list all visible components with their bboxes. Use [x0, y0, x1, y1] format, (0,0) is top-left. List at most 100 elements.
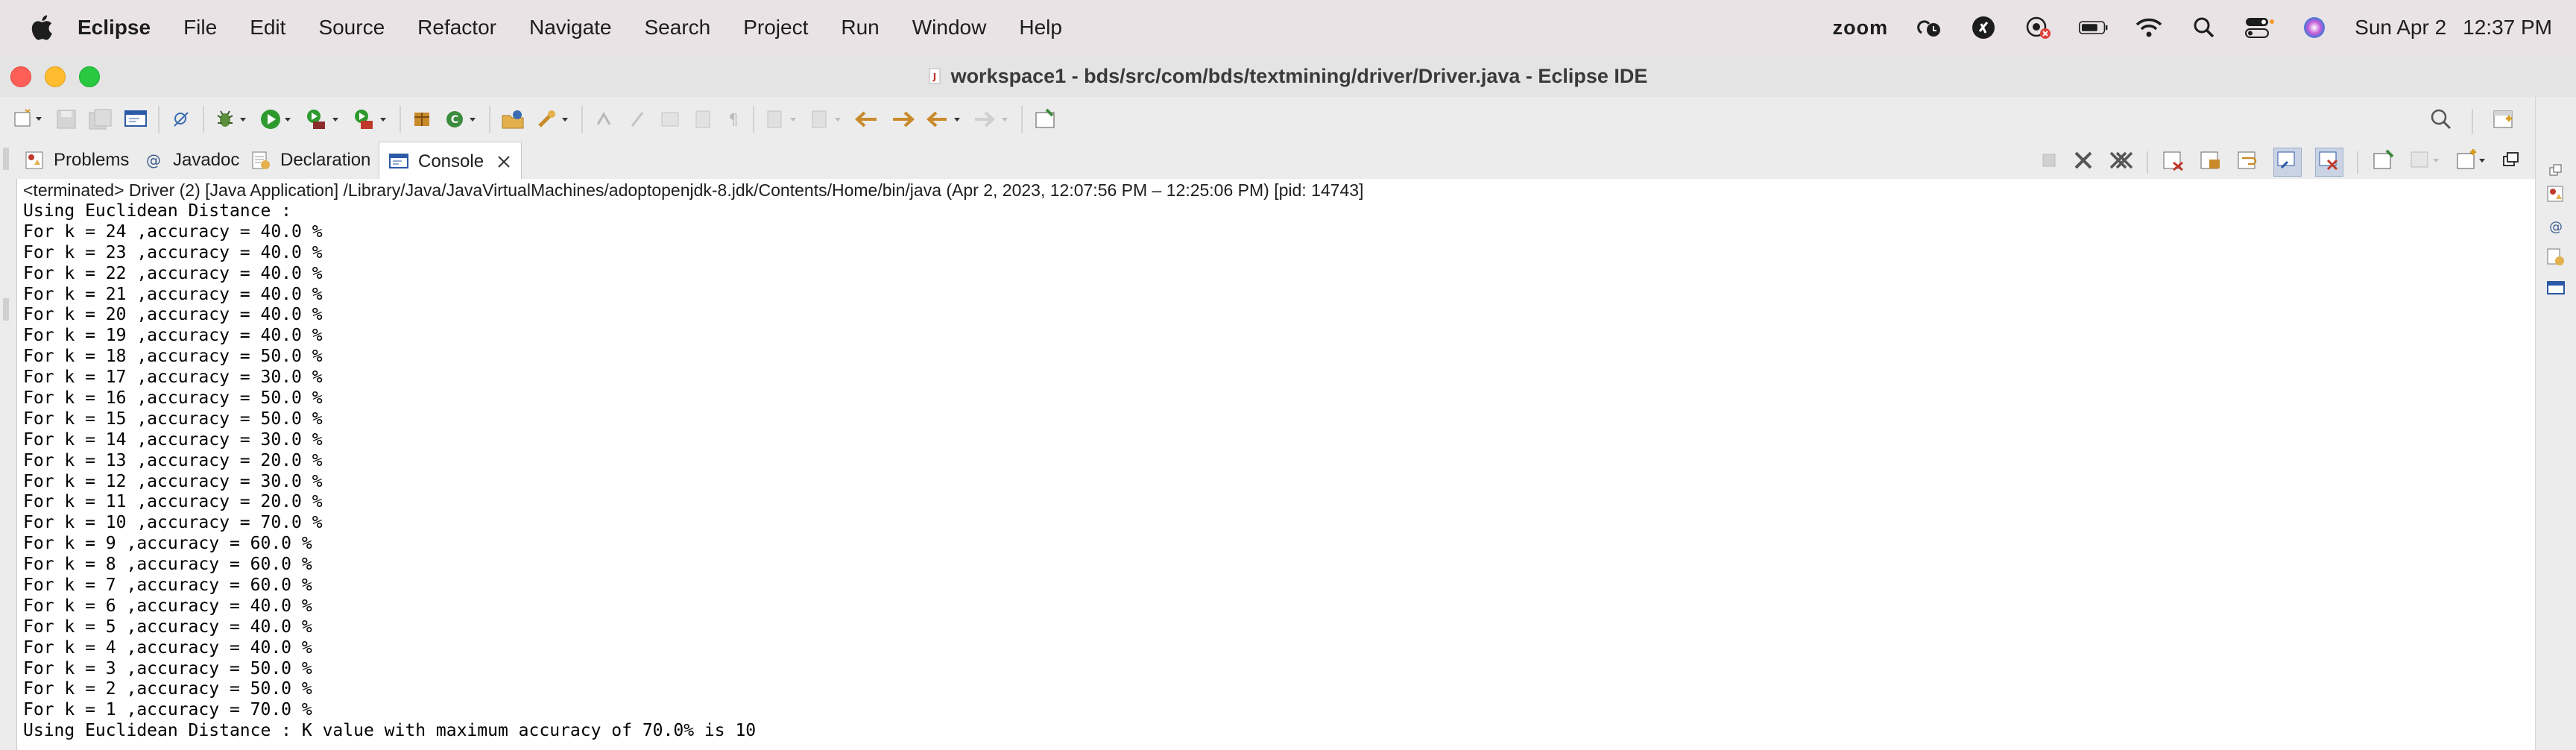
console-line: For k = 7 ,accuracy = 60.0 % — [23, 576, 312, 596]
menu-search[interactable]: Search — [645, 16, 711, 40]
open-perspective-icon[interactable] — [2493, 108, 2516, 134]
tab-console[interactable]: Console — [379, 142, 523, 180]
scroll-lock-icon[interactable] — [2199, 149, 2223, 175]
console-line: For k = 16 ,accuracy = 50.0 % — [23, 388, 323, 409]
toggle-mark-occurrences-icon[interactable] — [593, 104, 616, 134]
toggle-breadcrumb-icon[interactable] — [659, 104, 681, 134]
menu-source[interactable]: Source — [318, 16, 385, 40]
show-console-on-stderr-icon[interactable] — [2315, 148, 2343, 177]
search-icon[interactable] — [2430, 108, 2452, 134]
forward-button[interactable] — [973, 104, 1011, 134]
javadoc-icon[interactable]: @ — [2545, 215, 2567, 237]
last-edit-location-icon[interactable] — [854, 104, 880, 134]
word-wrap-icon[interactable] — [2236, 149, 2260, 175]
menu-project[interactable]: Project — [743, 16, 808, 40]
remove-all-terminated-icon[interactable] — [2108, 149, 2133, 175]
toggle-block-selection-icon[interactable] — [626, 104, 648, 134]
siri-icon[interactable] — [2299, 13, 2329, 42]
toolbar-separator — [2472, 108, 2473, 134]
spotlight-search-icon[interactable] — [2189, 13, 2219, 42]
show-console-on-stdout-icon[interactable] — [2273, 148, 2302, 177]
wifi-icon[interactable] — [2134, 13, 2164, 42]
toggle-word-wrap-icon[interactable] — [692, 104, 714, 134]
new-wizard-button[interactable] — [13, 104, 45, 134]
forward-history-icon[interactable] — [890, 104, 915, 134]
console-line: For k = 19 ,accuracy = 40.0 % — [23, 326, 323, 346]
app-status-icon[interactable] — [1969, 13, 1998, 42]
remove-launch-icon[interactable] — [2072, 149, 2094, 175]
declaration-icon[interactable] — [2545, 246, 2567, 268]
save-icon[interactable] — [55, 104, 78, 134]
toolbar-separator — [489, 106, 490, 133]
console-output[interactable]: Using Euclidean Distance : For k = 24 ,ac… — [23, 201, 756, 742]
svg-text:J: J — [932, 72, 935, 82]
menu-refactor[interactable]: Refactor — [417, 16, 496, 40]
battery-icon[interactable] — [2079, 13, 2109, 42]
menu-bar-clock[interactable]: Sun Apr 2 12:37 PM — [2355, 16, 2552, 40]
open-console-dropdown-icon[interactable] — [2455, 149, 2488, 175]
minimize-view-icon[interactable] — [2501, 151, 2521, 174]
tab-console-label: Console — [418, 151, 484, 171]
display-selected-console-icon[interactable] — [2409, 149, 2442, 175]
svg-text:@: @ — [2549, 219, 2563, 235]
window-title: J workspace1 - bds/src/com/bds/textminin… — [0, 55, 2576, 97]
toolbar-separator — [203, 106, 204, 133]
console-view[interactable]: <terminated> Driver (2) [Java Applicatio… — [16, 179, 2536, 750]
tab-declaration[interactable]: Declaration — [250, 142, 370, 179]
console-line: For k = 2 ,accuracy = 50.0 % — [23, 679, 312, 699]
console-line: For k = 12 ,accuracy = 30.0 % — [23, 471, 323, 491]
console-line: For k = 3 ,accuracy = 50.0 % — [23, 658, 312, 678]
menu-file[interactable]: File — [183, 16, 217, 40]
tab-javadoc-label: Javadoc — [173, 150, 240, 170]
new-java-class-icon[interactable]: C — [444, 104, 479, 134]
console-line: For k = 4 ,accuracy = 40.0 % — [23, 637, 312, 658]
console-line: For k = 15 ,accuracy = 50.0 % — [23, 409, 323, 429]
back-button[interactable] — [926, 104, 963, 134]
menu-app-eclipse[interactable]: Eclipse — [78, 16, 151, 40]
close-tab-icon[interactable] — [496, 154, 512, 170]
problems-icon — [24, 150, 45, 171]
save-all-icon[interactable] — [88, 104, 113, 134]
camera-blocked-icon[interactable] — [2024, 13, 2053, 42]
zoom-status-item[interactable]: zoom — [1833, 16, 1889, 40]
menu-edit[interactable]: Edit — [250, 16, 285, 40]
debug-button[interactable] — [215, 104, 249, 134]
tab-problems[interactable]: Problems — [24, 142, 129, 179]
bottom-view-tab-bar: Problems @ Javadoc Declaration Console — [16, 142, 2536, 180]
problems-icon[interactable] — [2545, 183, 2567, 206]
toolbar-separator — [158, 106, 160, 133]
terminate-icon[interactable] — [2039, 151, 2059, 174]
menu-navigate[interactable]: Navigate — [529, 16, 612, 40]
pin-console-icon[interactable] — [2372, 149, 2396, 175]
coverage-button[interactable] — [304, 104, 341, 134]
menu-help[interactable]: Help — [1019, 16, 1062, 40]
console-line: For k = 22 ,accuracy = 40.0 % — [23, 263, 323, 283]
open-type-icon[interactable] — [501, 104, 526, 134]
toolbar-separator — [2147, 151, 2148, 174]
apple-icon[interactable] — [27, 13, 57, 42]
search-tool-icon[interactable] — [537, 104, 571, 134]
console-icon[interactable] — [2545, 277, 2567, 300]
console-line: For k = 13 ,accuracy = 20.0 % — [23, 450, 323, 470]
console-line: For k = 10 ,accuracy = 70.0 % — [23, 513, 323, 533]
macos-menu-bar: Eclipse File Edit Source Refactor Naviga… — [0, 0, 2576, 55]
open-console-icon[interactable] — [124, 104, 148, 134]
pin-editor-icon[interactable] — [1033, 104, 1058, 134]
next-annotation-icon[interactable] — [765, 104, 799, 134]
window-title-text: workspace1 - bds/src/com/bds/textmining/… — [950, 64, 1648, 87]
console-line: For k = 23 ,accuracy = 40.0 % — [23, 242, 323, 262]
previous-annotation-icon[interactable] — [809, 104, 844, 134]
menu-run[interactable]: Run — [841, 16, 879, 40]
tab-javadoc[interactable]: @ Javadoc — [143, 142, 239, 179]
clear-console-icon[interactable] — [2162, 149, 2185, 175]
new-java-package-icon[interactable] — [411, 104, 434, 134]
skip-breakpoints-icon[interactable] — [170, 104, 192, 134]
restore-icon[interactable] — [2545, 160, 2567, 182]
external-tools-button[interactable] — [352, 104, 389, 134]
control-center-icon[interactable] — [2244, 13, 2275, 42]
left-trim-marker — [3, 298, 9, 321]
show-whitespace-icon[interactable]: ¶ — [724, 104, 742, 134]
run-button[interactable] — [259, 104, 294, 134]
menu-window[interactable]: Window — [912, 16, 987, 40]
screen-time-icon[interactable] — [1913, 13, 1943, 42]
